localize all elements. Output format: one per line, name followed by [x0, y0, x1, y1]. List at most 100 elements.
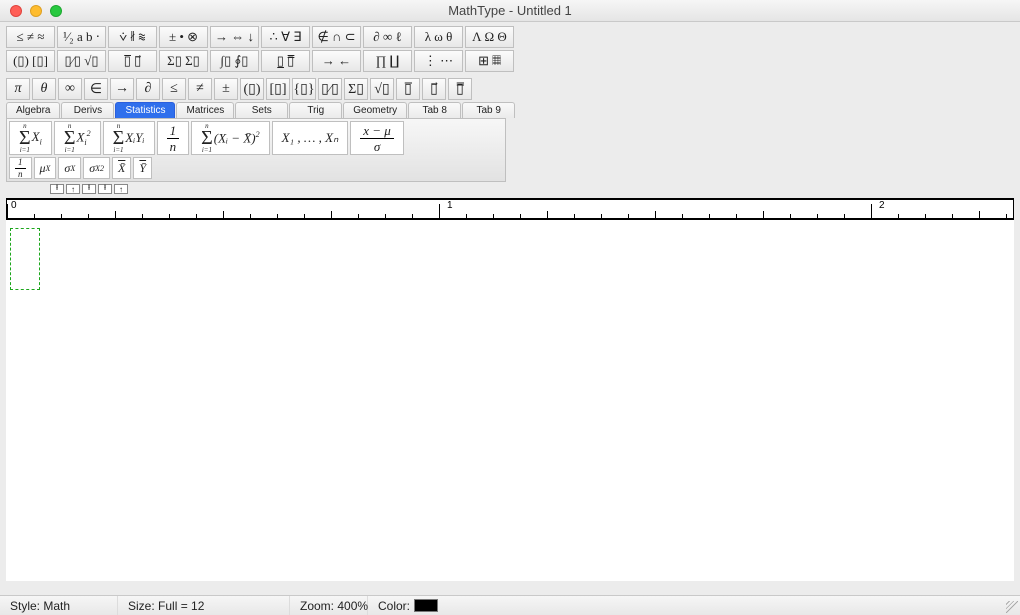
- status-zoom[interactable]: Zoom: 400%: [290, 596, 368, 615]
- tab-geometry[interactable]: Geometry: [343, 102, 407, 118]
- sym-overbar[interactable]: ▯̅: [396, 78, 420, 100]
- sym-pi[interactable]: π: [6, 78, 30, 100]
- expr-zscore[interactable]: x − μ σ: [350, 121, 404, 155]
- pal-matrix[interactable]: ⋮ ⋯: [414, 50, 463, 72]
- expr-mu-x[interactable]: μX: [34, 157, 57, 179]
- ruler-mark-0: 0: [11, 200, 17, 211]
- align-icon-3[interactable]: ⭱: [82, 184, 96, 194]
- size-label: Size:: [128, 599, 155, 613]
- editor-canvas[interactable]: [6, 219, 1014, 581]
- sym-bracket[interactable]: [▯]: [266, 78, 290, 100]
- tab-matrices[interactable]: Matrices: [176, 102, 234, 118]
- pal-misc[interactable]: ∂ ∞ ℓ: [363, 26, 412, 48]
- tab-algebra[interactable]: Algebra: [6, 102, 60, 118]
- expr-xbar[interactable]: X̄: [112, 157, 131, 179]
- status-size[interactable]: Size: Full = 12: [118, 596, 290, 615]
- align-icon-5[interactable]: ↑: [114, 184, 128, 194]
- pal-fences[interactable]: (▯) [▯]: [6, 50, 55, 72]
- pal-spaces[interactable]: ¹⁄₂ a b ⋅: [57, 26, 106, 48]
- expr-small-one-over-n[interactable]: 1 n: [9, 157, 32, 179]
- sym-sum[interactable]: Σ▯: [344, 78, 368, 100]
- tab-sets[interactable]: Sets: [235, 102, 288, 118]
- sym-ne[interactable]: ≠: [188, 78, 212, 100]
- status-bar: Style: Math Size: Full = 12 Zoom: 400% C…: [0, 595, 1020, 615]
- tab-8[interactable]: Tab 8: [408, 102, 461, 118]
- expr-one-over-n[interactable]: 1 n: [157, 121, 190, 155]
- pal-greek-upper[interactable]: Λ Ω Θ: [465, 26, 514, 48]
- sym-arrow[interactable]: →: [110, 78, 134, 100]
- pal-sub-sup[interactable]: ▯̅ ▯⃗: [108, 50, 157, 72]
- titlebar: MathType - Untitled 1: [0, 0, 1020, 22]
- expr-sum-xi[interactable]: n Σ i=1 Xi: [9, 121, 52, 155]
- sym-infinity[interactable]: ∞: [58, 78, 82, 100]
- window-controls: [10, 5, 62, 17]
- ruler: 0 1 2: [6, 198, 1014, 219]
- pal-arrows[interactable]: → ⇔ ↓: [210, 26, 259, 48]
- size-value: Full = 12: [158, 599, 204, 613]
- maximize-icon[interactable]: [50, 5, 62, 17]
- expr-ybar[interactable]: Ȳ: [133, 157, 152, 179]
- tab-statistics[interactable]: Statistics: [115, 102, 175, 118]
- sym-frac[interactable]: ▯⁄▯: [318, 78, 342, 100]
- expr-sigma2-x[interactable]: σX2: [83, 157, 110, 179]
- zoom-label: Zoom:: [300, 599, 334, 613]
- align-icon-4[interactable]: ⭱: [98, 184, 112, 194]
- pal-labeled-arrow[interactable]: → ←: [312, 50, 361, 72]
- window-title: MathType - Untitled 1: [0, 3, 1020, 18]
- expr-sum-xiyi[interactable]: n Σ i=1 XᵢYᵢ: [103, 121, 155, 155]
- sym-brace[interactable]: {▯}: [292, 78, 316, 100]
- align-icon-1[interactable]: ⭱: [50, 184, 64, 194]
- ruler-mark-2: 2: [879, 200, 885, 211]
- palette-row-2: (▯) [▯] ▯⁄▯ √▯ ▯̅ ▯⃗ Σ▯ Σ▯ ∫▯ ∮▯ ▯̲ ▯̿ →…: [6, 50, 1014, 72]
- pal-summation[interactable]: Σ▯ Σ▯: [159, 50, 208, 72]
- status-color[interactable]: Color:: [368, 596, 448, 615]
- sigma-icon: Σ: [64, 129, 76, 147]
- pal-boxes[interactable]: ⊞ 𝄜: [465, 50, 514, 72]
- tab-9[interactable]: Tab 9: [462, 102, 515, 118]
- tab-trig[interactable]: Trig: [289, 102, 342, 118]
- expr-x1-to-xn[interactable]: X₁ , … , Xₙ: [272, 121, 349, 155]
- style-label: Style:: [10, 599, 40, 613]
- ruler-mark-1: 1: [447, 200, 453, 211]
- sigma-icon: Σ: [19, 129, 31, 147]
- sigma-icon: Σ: [201, 129, 213, 147]
- expr-sum-sq-dev[interactable]: n Σ i=1 (Xᵢ − X̄)2: [191, 121, 270, 155]
- sym-sqrt[interactable]: √▯: [370, 78, 394, 100]
- pal-logical[interactable]: ∴ ∀ ∃: [261, 26, 310, 48]
- sym-element[interactable]: ∈: [84, 78, 108, 100]
- expr-sigma-x[interactable]: σX: [58, 157, 81, 179]
- sym-pm[interactable]: ±: [214, 78, 238, 100]
- sym-paren[interactable]: (▯): [240, 78, 264, 100]
- expr-sum-xi2[interactable]: n Σ i=1 Xi2: [54, 121, 101, 155]
- sym-hat[interactable]: ▯̿: [448, 78, 472, 100]
- sym-theta[interactable]: θ: [32, 78, 56, 100]
- insertion-slot[interactable]: [10, 228, 40, 290]
- palette-row-1: ≤ ≠ ≈ ¹⁄₂ a b ⋅ ⩒ ∦ ≋ ± • ⊗ → ⇔ ↓ ∴ ∀ ∃ …: [6, 26, 1014, 48]
- align-controls: ⭱ ↑ ⭱ ⭱ ↑: [0, 182, 1020, 196]
- pal-relational[interactable]: ≤ ≠ ≈: [6, 26, 55, 48]
- zoom-value: 400%: [337, 599, 368, 613]
- pal-operators[interactable]: ± • ⊗: [159, 26, 208, 48]
- pal-integral[interactable]: ∫▯ ∮▯: [210, 50, 259, 72]
- resize-grip-icon[interactable]: [1006, 601, 1018, 613]
- pal-greek-lower[interactable]: λ ω θ: [414, 26, 463, 48]
- close-icon[interactable]: [10, 5, 22, 17]
- sym-vector[interactable]: ▯⃗: [422, 78, 446, 100]
- pal-settheory[interactable]: ∉ ∩ ⊂: [312, 26, 361, 48]
- tab-derivs[interactable]: Derivs: [61, 102, 114, 118]
- sym-le[interactable]: ≤: [162, 78, 186, 100]
- color-swatch[interactable]: [414, 599, 438, 612]
- color-label: Color:: [378, 599, 410, 613]
- sym-partial[interactable]: ∂: [136, 78, 160, 100]
- pal-over-under[interactable]: ▯̲ ▯̿: [261, 50, 310, 72]
- sum-lower-limit: i=1: [20, 147, 30, 153]
- expression-bar: n Σ i=1 Xi n Σ i=1 Xi2 n Σ i=1 XᵢYᵢ: [6, 118, 506, 182]
- ruler-scale[interactable]: 0 1 2: [6, 200, 1014, 218]
- align-icon-2[interactable]: ↑: [66, 184, 80, 194]
- pal-embellish[interactable]: ⩒ ∦ ≋: [108, 26, 157, 48]
- pal-products[interactable]: ∏ ∐: [363, 50, 412, 72]
- tab-bar: Algebra Derivs Statistics Matrices Sets …: [0, 102, 1020, 118]
- status-style[interactable]: Style: Math: [0, 596, 118, 615]
- minimize-icon[interactable]: [30, 5, 42, 17]
- pal-frac-radical[interactable]: ▯⁄▯ √▯: [57, 50, 106, 72]
